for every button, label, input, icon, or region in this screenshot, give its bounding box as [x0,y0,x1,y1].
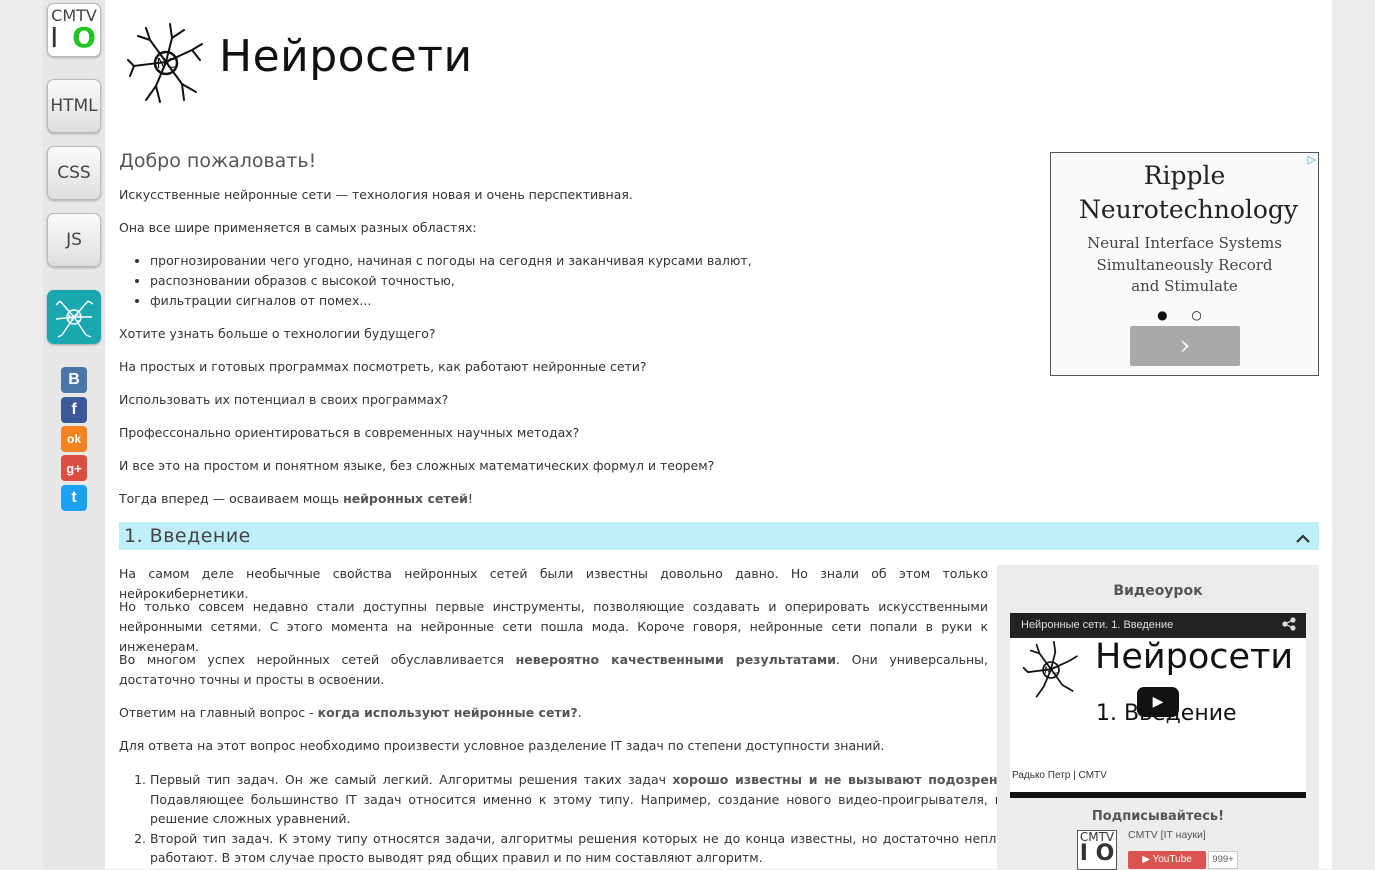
html-button[interactable]: HTML [47,79,101,133]
share-icon[interactable] [1282,617,1296,635]
odnoklassniki-share-icon[interactable]: ok [61,426,87,452]
adchoices-icon[interactable]: ▷ [1308,153,1316,166]
list-item: Второй тип задач. К этому типу относятся… [150,829,1019,868]
ad-next-button[interactable]: › [1130,326,1240,366]
channel-name[interactable]: CMTV [IT науки] [1128,829,1206,841]
list-item: фильтрации сигналов от помех... [150,291,752,311]
section-header-introduction[interactable]: 1. Введение [119,522,1319,550]
play-button[interactable]: ▶ [1137,687,1179,717]
google-plus-share-icon[interactable]: g+ [61,455,87,481]
question-paragraph: И все это на простом и понятном языке, б… [119,458,715,473]
question-paragraph: На простых и готовых программах посмотре… [119,359,647,374]
advertisement-banner[interactable]: ▷ Ripple Neurotechnology Neural Interfac… [1050,152,1319,376]
svg-text:NC: NC [157,57,176,72]
call-to-action-paragraph: Тогда вперед — осваиваем мощь нейронных … [119,491,473,506]
list-item: Первый тип задач. Он же самый легкий. Ал… [150,770,1019,829]
channel-logo[interactable]: CMTV I O [1077,830,1117,870]
player-author: Радько Петр | CMTV [1012,770,1107,781]
youtube-subscribe-button[interactable]: ▶ YouTube [1128,851,1206,869]
task-types-list: Первый тип задач. Он же самый легкий. Ал… [119,770,1019,868]
intro-paragraph: Искусственные нейронные сети — технологи… [119,187,633,202]
ad-text: Neural Interface Systems Simultaneously … [1087,234,1282,295]
chevron-up-icon[interactable] [1295,528,1311,549]
list-item: распозновании образов с высокой точность… [150,271,752,291]
subscriber-count: 999+ [1208,851,1238,869]
video-title-bar[interactable]: Нейронные сети. 1. Введение [1010,613,1306,638]
video-player[interactable]: Нейронные сети. 1. Введение NC Нейросети… [1010,613,1306,798]
video-lesson-panel: Видеоурок Нейронные сети. 1. Введение NC… [997,565,1319,870]
facebook-share-icon[interactable]: f [61,397,87,423]
logo-text-io: I O [50,21,98,54]
css-button[interactable]: CSS [47,146,101,200]
areas-list: прогнозировании чего угодно, начиная с п… [119,251,752,311]
video-heading: Видеоурок [1113,583,1203,599]
question-paragraph: Профессонально ориентироваться в совреме… [119,425,580,440]
svg-text:NC: NC [67,314,80,324]
site-logo-neuron-icon: NC [127,23,203,103]
ad-headline[interactable]: Ripple Neurotechnology [1051,159,1318,227]
js-button[interactable]: JS [47,213,101,267]
section-title: 1. Введение [124,525,251,547]
neural-networks-nav-button[interactable]: NC [47,290,101,344]
areas-paragraph: Она все шире применяется в самых разных … [119,220,477,235]
twitter-share-icon[interactable]: t [61,485,87,511]
section-paragraph: Во многом успех неройнных сетей обуславл… [119,652,988,687]
vk-share-icon[interactable]: B [61,367,87,393]
welcome-heading: Добро пожаловать! [119,150,317,172]
subscribe-heading: Подписывайтесь! [1091,809,1225,824]
section-paragraph: Для ответа на этот вопрос необходимо про… [119,738,885,753]
list-item: прогнозировании чего угодно, начиная с п… [150,251,752,271]
cmtv-logo-button[interactable]: CMTV I O [47,3,101,57]
ad-carousel-dots[interactable]: ● ○ [1051,308,1318,322]
svg-text:NC: NC [1044,666,1058,677]
player-neuron-icon: NC [1022,641,1078,698]
site-title: Нейросети [219,31,473,82]
section-paragraph: Ответим на главный вопрос - когда исполь… [119,705,582,720]
neuron-icon: NC [55,300,94,338]
player-title: Нейросети [1095,637,1294,677]
question-paragraph: Использовать их потенциал в своих програ… [119,392,449,407]
left-sidebar: CMTV I O HTML CSS JS NC B f ok g+ t [43,0,105,869]
section-paragraph: Но только совсем недавно стали доступны … [119,599,988,654]
question-paragraph: Хотите узнать больше о технологии будуще… [119,326,436,341]
